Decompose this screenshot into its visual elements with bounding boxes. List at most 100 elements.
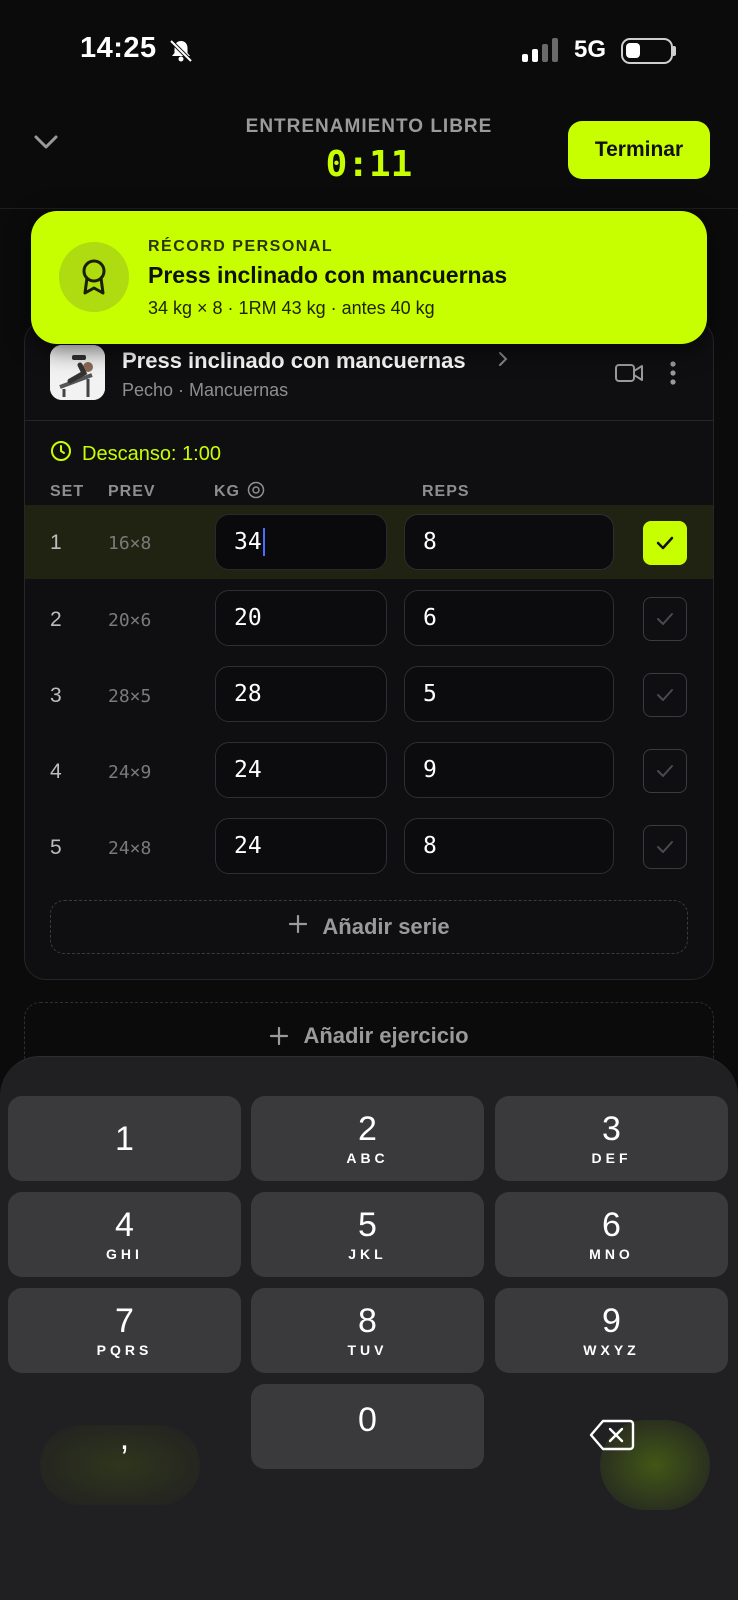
rest-label: Descanso: 1:00 xyxy=(82,442,221,465)
key-8[interactable]: 8 TUV xyxy=(251,1288,484,1373)
rest-timer[interactable]: Descanso: 1:00 xyxy=(50,440,221,468)
set-complete-checkbox[interactable] xyxy=(643,749,687,793)
key-digit: 5 xyxy=(358,1206,377,1244)
bell-muted-icon xyxy=(168,38,194,69)
workout-timer: 0:11 xyxy=(325,144,413,185)
workout-title: ENTRENAMIENTO LIBRE xyxy=(245,116,493,137)
checkmark-icon xyxy=(657,765,673,777)
key-digit: 7 xyxy=(115,1302,134,1340)
exercise-name[interactable]: Press inclinado con mancuernas xyxy=(122,348,466,374)
key-letters: GHI xyxy=(106,1246,143,1262)
plus-icon xyxy=(269,1026,289,1052)
chevron-right-icon[interactable] xyxy=(496,350,510,374)
kg-input[interactable]: 24 xyxy=(215,742,387,798)
set-prev[interactable]: 24×8 xyxy=(108,838,151,859)
network-label: 5G xyxy=(574,36,607,63)
set-prev[interactable]: 28×5 xyxy=(108,686,151,707)
kg-input[interactable]: 24 xyxy=(215,818,387,874)
key-7[interactable]: 7 PQRS xyxy=(8,1288,241,1373)
set-complete-checkbox[interactable] xyxy=(643,825,687,869)
video-camera-icon[interactable] xyxy=(614,362,644,389)
reps-input[interactable]: 6 xyxy=(404,590,614,646)
key-comma[interactable]: , xyxy=(8,1384,241,1469)
col-set: SET xyxy=(50,483,85,500)
checkmark-icon xyxy=(656,536,674,550)
battery-icon xyxy=(621,38,673,64)
reps-input[interactable]: 9 xyxy=(404,742,614,798)
toast-detail: 34 kg × 8 · 1RM 43 kg · antes 40 kg xyxy=(148,298,435,318)
add-exercise-label: Añadir ejercicio xyxy=(303,1023,469,1048)
plus-icon xyxy=(288,914,308,940)
key-digit: 1 xyxy=(115,1119,134,1158)
key-digit: 3 xyxy=(602,1110,621,1148)
key-0[interactable]: 0 xyxy=(251,1384,484,1469)
key-1[interactable]: 1 xyxy=(8,1096,241,1181)
col-reps: REPS xyxy=(422,483,470,500)
set-prev[interactable]: 24×9 xyxy=(108,762,151,783)
key-digit: 6 xyxy=(602,1206,621,1244)
award-ribbon-icon xyxy=(59,242,129,312)
add-set-label: Añadir serie xyxy=(322,914,450,939)
add-set-button[interactable]: Añadir serie xyxy=(50,900,688,954)
key-3[interactable]: 3 DEF xyxy=(495,1096,728,1181)
set-complete-checkbox[interactable] xyxy=(643,673,687,717)
key-letters: DEF xyxy=(591,1150,632,1166)
key-2[interactable]: 2 ABC xyxy=(251,1096,484,1181)
toast-kicker: RÉCORD PERSONAL xyxy=(148,238,334,255)
checkmark-icon xyxy=(657,613,673,625)
checkmark-icon xyxy=(657,689,673,701)
key-digit: 2 xyxy=(358,1110,377,1148)
status-time: 14:25 xyxy=(80,32,157,64)
personal-record-toast[interactable]: RÉCORD PERSONAL Press inclinado con manc… xyxy=(31,211,707,344)
checkmark-icon xyxy=(657,841,673,853)
card-divider xyxy=(24,420,714,421)
key-digit: 4 xyxy=(115,1206,134,1244)
key-digit: 8 xyxy=(358,1302,377,1340)
key-digit: 0 xyxy=(358,1400,377,1439)
finish-button[interactable]: Terminar xyxy=(568,121,710,179)
col-kg: KG xyxy=(214,483,240,500)
set-complete-checkbox[interactable] xyxy=(643,597,687,641)
set-number: 4 xyxy=(50,760,62,783)
key-letters: ABC xyxy=(346,1150,389,1166)
key-5[interactable]: 5 JKL xyxy=(251,1192,484,1277)
battery-nub xyxy=(673,46,676,56)
key-letters: WXYZ xyxy=(583,1342,640,1358)
set-complete-checkbox[interactable] xyxy=(643,521,687,565)
set-number: 1 xyxy=(50,531,62,554)
exercise-subtitle: Pecho · Mancuernas xyxy=(122,380,289,400)
set-number: 3 xyxy=(50,684,62,707)
key-digit: , xyxy=(119,1418,130,1457)
exercise-thumbnail[interactable] xyxy=(50,345,105,400)
reps-input[interactable]: 8 xyxy=(404,818,614,874)
key-9[interactable]: 9 WXYZ xyxy=(495,1288,728,1373)
header-divider xyxy=(0,208,738,209)
key-letters: TUV xyxy=(347,1342,388,1358)
chevron-down-icon[interactable] xyxy=(30,132,62,157)
backspace-icon xyxy=(589,1418,635,1457)
key-letters: MNO xyxy=(589,1246,634,1262)
text-caret xyxy=(262,528,265,556)
kg-value: 34 xyxy=(234,529,262,555)
set-prev[interactable]: 20×6 xyxy=(108,610,151,631)
key-letters: PQRS xyxy=(96,1342,153,1358)
kg-input[interactable]: 34 xyxy=(215,514,387,570)
reps-input[interactable]: 5 xyxy=(404,666,614,722)
col-prev: PREV xyxy=(108,483,156,500)
key-digit: 9 xyxy=(602,1302,621,1340)
exercise-card xyxy=(24,320,714,980)
kg-input[interactable]: 28 xyxy=(215,666,387,722)
signal-icon xyxy=(522,38,558,62)
set-number: 2 xyxy=(50,608,62,631)
key-letters: JKL xyxy=(348,1246,387,1262)
kg-input[interactable]: 20 xyxy=(215,590,387,646)
clock-icon xyxy=(50,440,72,468)
backspace-key[interactable] xyxy=(495,1384,728,1469)
more-vertical-icon[interactable] xyxy=(668,360,678,391)
reps-input[interactable]: 8 xyxy=(404,514,614,570)
toast-title: Press inclinado con mancuernas xyxy=(148,262,508,288)
key-4[interactable]: 4 GHI xyxy=(8,1192,241,1277)
set-prev[interactable]: 16×8 xyxy=(108,533,151,554)
key-6[interactable]: 6 MNO xyxy=(495,1192,728,1277)
plate-icon[interactable] xyxy=(247,481,265,504)
